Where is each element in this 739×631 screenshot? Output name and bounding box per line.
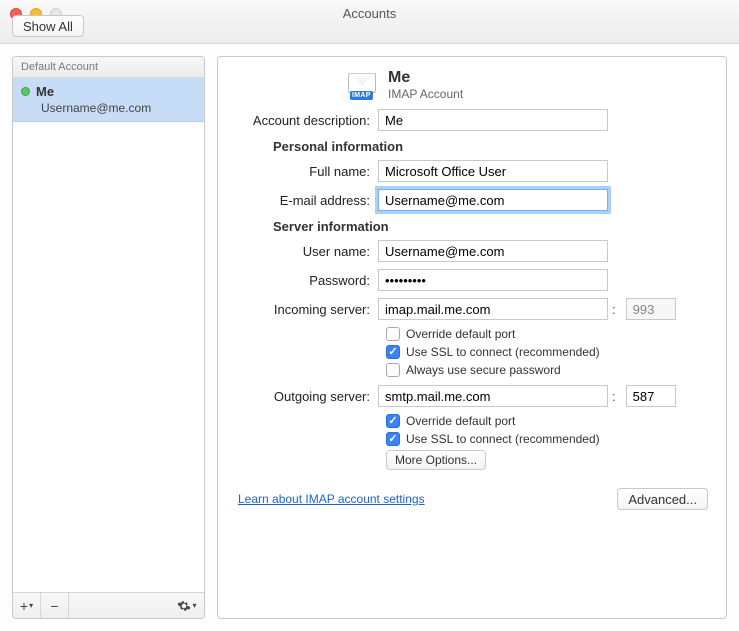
incoming-ssl-label: Use SSL to connect (recommended): [406, 345, 600, 359]
incoming-secure-password-label: Always use secure password: [406, 363, 561, 377]
account-description-field[interactable]: [378, 109, 608, 131]
chevron-down-icon: ▾: [192, 601, 196, 610]
password-field[interactable]: [378, 269, 608, 291]
account-header: IMAP Me IMAP Account: [348, 69, 708, 101]
sidebar-header: Default Account: [13, 57, 204, 78]
gear-icon: [177, 599, 191, 613]
account-list-item[interactable]: Me Username@me.com: [13, 78, 204, 122]
outgoing-ssl-checkbox[interactable]: [386, 432, 400, 446]
incoming-override-port-checkbox[interactable]: [386, 327, 400, 341]
incoming-ssl-checkbox[interactable]: [386, 345, 400, 359]
incoming-port-field: [626, 298, 676, 320]
email-field[interactable]: [378, 189, 608, 211]
accounts-sidebar: Default Account Me Username@me.com +▾ − …: [12, 56, 205, 619]
username-label: User name:: [228, 244, 378, 259]
accounts-window: Accounts Show All Default Account Me Use…: [0, 0, 739, 631]
outgoing-override-port-checkbox[interactable]: [386, 414, 400, 428]
personal-info-section: Personal information: [273, 139, 708, 154]
email-label: E-mail address:: [228, 193, 378, 208]
incoming-secure-password-checkbox[interactable]: [386, 363, 400, 377]
password-label: Password:: [228, 273, 378, 288]
outgoing-server-field[interactable]: [378, 385, 608, 407]
outgoing-port-field[interactable]: [626, 385, 676, 407]
incoming-override-port-label: Override default port: [406, 327, 515, 341]
mail-imap-icon: IMAP: [348, 71, 378, 99]
learn-imap-link[interactable]: Learn about IMAP account settings: [238, 492, 425, 506]
account-type: IMAP Account: [388, 87, 463, 101]
outgoing-server-label: Outgoing server:: [228, 389, 378, 404]
account-name: Me: [36, 84, 54, 99]
account-detail-panel: IMAP Me IMAP Account Account description…: [217, 56, 727, 619]
sidebar-footer: +▾ − ▾: [13, 592, 204, 618]
add-account-button[interactable]: +▾: [13, 593, 41, 618]
titlebar: Accounts Show All: [0, 0, 739, 44]
outgoing-ssl-label: Use SSL to connect (recommended): [406, 432, 600, 446]
status-dot-icon: [21, 87, 30, 96]
advanced-button[interactable]: Advanced...: [617, 488, 708, 510]
username-field[interactable]: [378, 240, 608, 262]
show-all-button[interactable]: Show All: [12, 15, 84, 37]
incoming-server-field[interactable]: [378, 298, 608, 320]
account-description-label: Account description:: [228, 113, 378, 128]
window-title: Accounts: [0, 6, 739, 21]
incoming-server-label: Incoming server:: [228, 302, 378, 317]
account-subtitle: Username@me.com: [41, 101, 196, 115]
server-info-section: Server information: [273, 219, 708, 234]
account-title: Me: [388, 69, 463, 87]
chevron-down-icon: ▾: [29, 601, 33, 610]
full-name-label: Full name:: [228, 164, 378, 179]
outgoing-override-port-label: Override default port: [406, 414, 515, 428]
account-actions-button[interactable]: ▾: [170, 593, 204, 618]
full-name-field[interactable]: [378, 160, 608, 182]
remove-account-button[interactable]: −: [41, 593, 69, 618]
more-options-button[interactable]: More Options...: [386, 450, 486, 470]
